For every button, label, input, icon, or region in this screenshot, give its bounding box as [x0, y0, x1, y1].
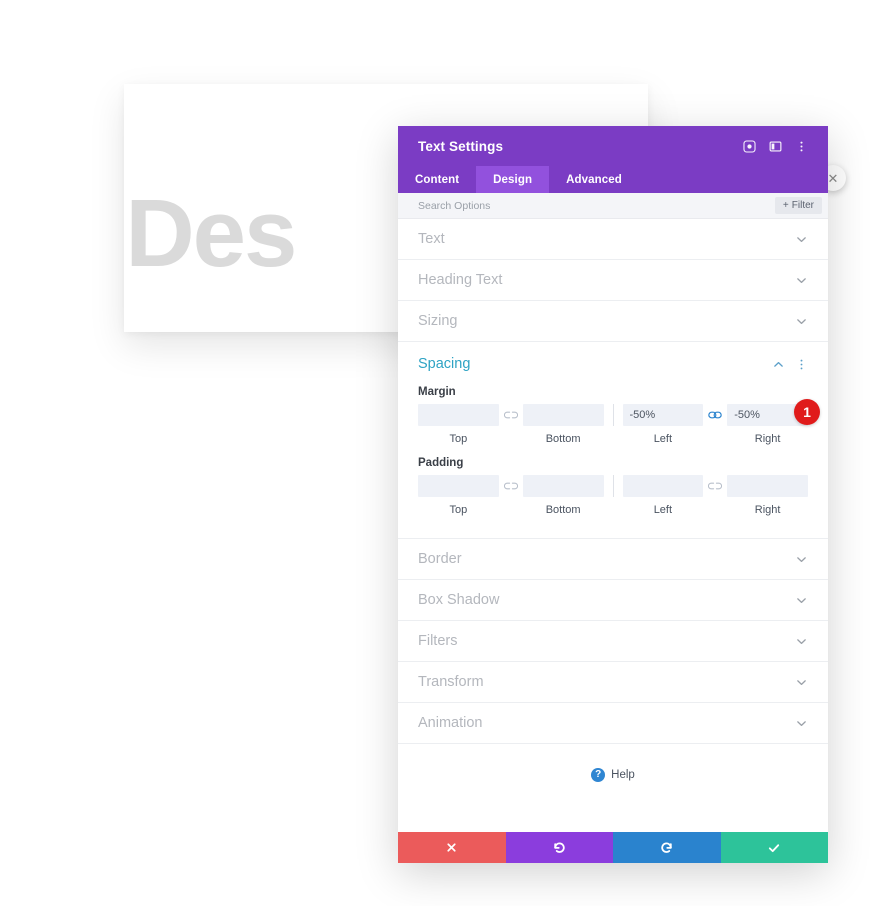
field-divider: [612, 404, 614, 426]
section-transform[interactable]: Transform: [398, 662, 828, 703]
undo-button[interactable]: [505, 832, 613, 863]
unlink-icon[interactable]: [499, 481, 523, 491]
margin-captions-row: Top Bottom Left Right: [398, 430, 828, 445]
unlink-icon[interactable]: [703, 481, 727, 491]
search-input[interactable]: [418, 199, 775, 212]
section-animation[interactable]: Animation: [398, 703, 828, 744]
focus-target-icon[interactable]: [736, 134, 762, 158]
section-border[interactable]: Border: [398, 539, 828, 580]
filter-button[interactable]: + Filter: [774, 197, 822, 214]
padding-left-caption: Left: [653, 504, 673, 516]
chevron-down-icon: [795, 635, 808, 648]
margin-left-caption: Left: [653, 433, 673, 445]
field-divider: [612, 475, 614, 497]
padding-right-input[interactable]: [727, 475, 808, 497]
section-spacing-label: Spacing: [418, 356, 471, 372]
section-animation-label: Animation: [418, 715, 483, 731]
margin-bottom-caption: Bottom: [545, 433, 581, 445]
margin-left-input[interactable]: [622, 404, 704, 426]
chevron-down-icon: [795, 274, 808, 287]
section-transform-label: Transform: [418, 674, 484, 690]
padding-bottom-caption: Bottom: [545, 504, 581, 516]
padding-captions-row: Top Bottom Left Right: [398, 501, 828, 516]
panel-tabs: Content Design Advanced: [398, 166, 828, 193]
margin-right-caption: Right: [754, 433, 781, 445]
redo-icon: [661, 842, 672, 853]
section-filters-label: Filters: [418, 633, 458, 649]
annotation-badge-1: 1: [794, 399, 820, 425]
section-box-shadow-label: Box Shadow: [418, 592, 500, 608]
help-link[interactable]: ? Help: [398, 744, 828, 782]
page-canvas: o Des ✕ Text Settings: [0, 0, 880, 906]
section-heading-text-label: Heading Text: [418, 272, 503, 288]
close-icon: ✕: [827, 170, 839, 186]
margin-top-bottom-pair: [418, 404, 604, 426]
panel-header: Text Settings: [398, 126, 828, 166]
margin-left-right-pair: [622, 404, 808, 426]
padding-right-caption: Right: [754, 504, 781, 516]
padding-bottom-input[interactable]: [522, 475, 604, 497]
text-settings-panel: Text Settings Content Design Advanced Se…: [398, 126, 828, 863]
tab-advanced[interactable]: Advanced: [549, 166, 639, 193]
tab-design[interactable]: Design: [476, 166, 550, 193]
panel-title: Text Settings: [418, 138, 504, 154]
more-options-icon[interactable]: [788, 134, 814, 158]
padding-left-input[interactable]: [622, 475, 704, 497]
padding-top-input[interactable]: [418, 475, 499, 497]
redo-button[interactable]: [613, 832, 721, 863]
padding-top-caption: Top: [449, 504, 468, 516]
undo-icon: [554, 842, 565, 853]
chevron-down-icon: [795, 553, 808, 566]
margin-top-caption: Top: [449, 433, 468, 445]
chevron-down-icon: [795, 233, 808, 246]
chevron-down-icon: [795, 315, 808, 328]
panel-footer-actions: [398, 832, 828, 863]
margin-group-label: Margin: [418, 386, 456, 398]
cancel-button[interactable]: [398, 832, 506, 863]
section-border-label: Border: [418, 551, 462, 567]
section-sizing-label: Sizing: [418, 313, 458, 329]
chevron-up-icon[interactable]: [762, 358, 785, 371]
panel-layout-icon[interactable]: [762, 134, 788, 158]
section-spacing: Spacing Margin -50% -50% Top Bottom Left…: [398, 342, 828, 539]
chevron-down-icon: [795, 717, 808, 730]
section-options-icon[interactable]: [785, 358, 808, 371]
background-card-heading: o Des: [124, 180, 297, 287]
section-filters[interactable]: Filters: [398, 621, 828, 662]
close-icon: [447, 843, 456, 852]
padding-group-label: Padding: [418, 457, 464, 469]
save-button[interactable]: [720, 832, 828, 863]
padding-left-right-pair: [622, 475, 808, 497]
tab-content[interactable]: Content: [398, 166, 476, 193]
margin-field-row: [398, 404, 828, 426]
check-icon: [769, 843, 780, 852]
section-box-shadow[interactable]: Box Shadow: [398, 580, 828, 621]
help-label: Help: [611, 769, 635, 781]
panel-body: Text Heading Text Sizing Spacing Margin …: [398, 219, 828, 832]
margin-top-input[interactable]: [418, 404, 499, 426]
section-heading-text[interactable]: Heading Text: [398, 260, 828, 301]
section-text-label: Text: [418, 231, 445, 247]
section-sizing[interactable]: Sizing: [398, 301, 828, 342]
link-icon[interactable]: [703, 410, 727, 420]
unlink-icon[interactable]: [499, 410, 523, 420]
section-text[interactable]: Text: [398, 219, 828, 260]
chevron-down-icon: [795, 676, 808, 689]
chevron-down-icon: [795, 594, 808, 607]
help-icon: ?: [591, 768, 606, 782]
search-options-row: + Filter: [398, 193, 828, 219]
padding-top-bottom-pair: [418, 475, 604, 497]
section-spacing-header[interactable]: Spacing: [398, 342, 828, 386]
padding-field-row: [398, 475, 828, 497]
plus-icon: +: [782, 200, 789, 211]
margin-bottom-input[interactable]: [522, 404, 604, 426]
filter-button-label: Filter: [791, 200, 814, 211]
